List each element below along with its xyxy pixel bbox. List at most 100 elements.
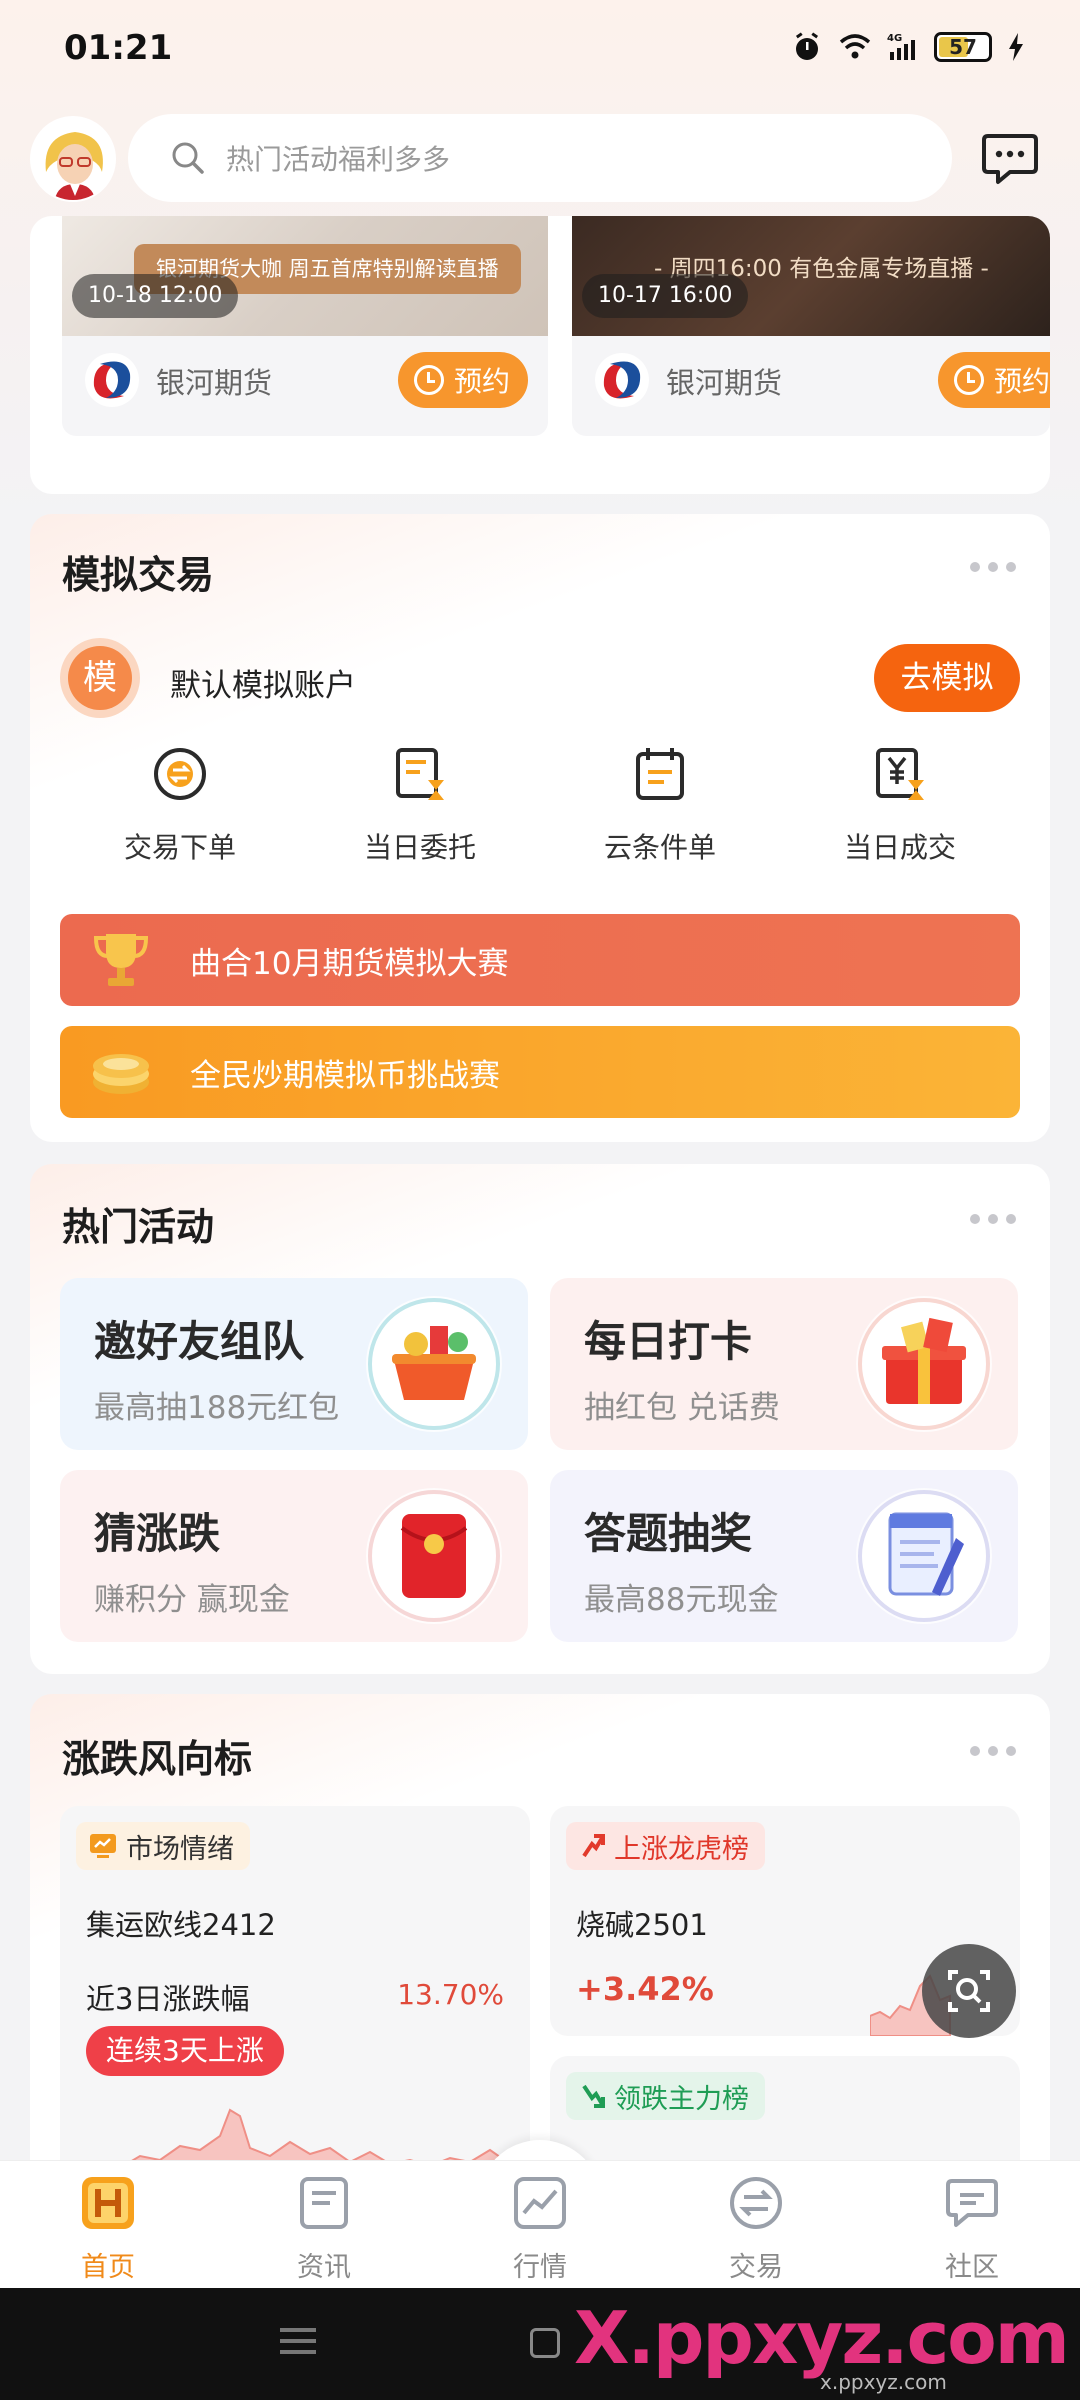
market-mood-tag: 市场情绪 (76, 1822, 250, 1870)
arrow-up-right-icon (582, 1834, 605, 1858)
clock-icon (414, 365, 444, 395)
activity-title: 每日打卡 (584, 1317, 753, 1366)
fall-board-tag-label: 领跌主力榜 (614, 2083, 749, 2115)
status-icons: 4G 57 (790, 30, 1026, 64)
sim-account-name[interactable]: 默认模拟账户 (170, 660, 356, 705)
live-item[interactable]: - 周四16:00 有色金属专场直播 - 10-17 16:00 银河期货 预约 (572, 216, 1050, 436)
nav-home[interactable]: 首页 (48, 2173, 168, 2284)
reserve-label: 预约 (994, 365, 1050, 398)
status-time: 01:21 (64, 28, 173, 68)
reserve-button[interactable]: 预约 (938, 352, 1050, 408)
sim-action-orders[interactable]: 当日委托 (300, 744, 540, 866)
fall-board-tag: 领跌主力榜 (566, 2072, 765, 2120)
activity-quiz-lottery[interactable]: 答题抽奖 最高88元现金 (550, 1470, 1018, 1642)
wifi-icon (839, 34, 871, 59)
live-item[interactable]: 银河期货大咖 周五首席特别解读直播 10-18 12:00 银河期货 预约 (62, 216, 548, 436)
user-avatar[interactable] (30, 116, 116, 202)
trend-card: 涨跌风向标 市场情绪 集运欧线2412 近3日涨跌幅 13.70% 连续3天上涨… (30, 1694, 1050, 2214)
nav-market[interactable]: 行情 (480, 2173, 600, 2284)
more-menu-icon[interactable] (970, 1212, 1020, 1226)
nav-news[interactable]: 资讯 (264, 2173, 384, 2284)
nav-community[interactable]: 社区 (912, 2173, 1032, 2284)
sim-actions: 交易下单 当日委托 云条件单 当日成交 (30, 744, 1050, 866)
market-mood-label: 近3日涨跌幅 (86, 1982, 250, 2016)
coin-challenge-banner[interactable]: 全民炒期模拟币挑战赛 (60, 1026, 1020, 1118)
sim-account-avatar: 模 (60, 638, 140, 718)
rise-board-tag-label: 上涨龙虎榜 (614, 1833, 749, 1865)
search-icon (172, 142, 204, 174)
more-menu-icon[interactable] (970, 1744, 1020, 1758)
trophy-icon (93, 934, 149, 986)
yen-doc-icon (876, 748, 924, 800)
coin-icon (93, 1054, 149, 1094)
order-doc-icon (396, 748, 444, 800)
market-mood-change: 13.70% (397, 1978, 504, 2011)
live-card: 银河期货大咖 周五首席特别解读直播 10-18 12:00 银河期货 预约 - … (30, 216, 1050, 494)
nav-trade[interactable]: 交易 (696, 2173, 816, 2284)
go-simulate-button[interactable]: 去模拟 (874, 644, 1020, 712)
nav-label: 社区 (945, 2252, 999, 2283)
arrow-down-right-icon (582, 2084, 605, 2108)
sim-action-label: 云条件单 (603, 831, 716, 864)
market-mood-tag-label: 市场情绪 (126, 1833, 234, 1865)
galaxy-futures-logo-icon (85, 353, 139, 407)
signal-4g-icon: 4G (887, 33, 915, 60)
bottom-nav: 首页 资讯 行情 交易 社区 (0, 2160, 1080, 2288)
red-envelope-icon (366, 1488, 502, 1624)
coin-challenge-banner-label: 全民炒期模拟币挑战赛 (190, 1057, 500, 1094)
news-icon (300, 2177, 348, 2229)
more-menu-icon[interactable] (970, 560, 1020, 574)
activity-subtitle: 赚积分 赢现金 (94, 1582, 290, 1618)
live-brand: 银河期货 (666, 366, 783, 400)
scan-search-icon (948, 1970, 990, 2012)
reserve-button[interactable]: 预约 (398, 352, 528, 408)
sim-action-deals[interactable]: 当日成交 (780, 744, 1020, 866)
activity-title: 猜涨跌 (94, 1509, 221, 1558)
activity-subtitle: 抽红包 兑话费 (584, 1390, 780, 1426)
activity-guess-updown[interactable]: 猜涨跌 赚积分 赢现金 (60, 1470, 528, 1642)
avatar-icon (32, 118, 114, 200)
gift-basket-icon (366, 1296, 502, 1432)
sim-action-label: 当日成交 (843, 831, 956, 864)
alarm-icon (795, 32, 819, 60)
sim-action-trade[interactable]: 交易下单 (60, 744, 300, 866)
watermark-logo: X.ppxyz.com (574, 2296, 1070, 2380)
search-placeholder: 热门活动福利多多 (226, 143, 451, 176)
floating-scan-button[interactable] (922, 1944, 1016, 2038)
gift-box-icon (856, 1296, 992, 1432)
galaxy-futures-logo-icon (595, 353, 649, 407)
consecutive-rise-badge: 连续3天上涨 (86, 2026, 284, 2076)
exchange-icon (154, 748, 206, 800)
search-bar[interactable]: 热门活动福利多多 (128, 114, 952, 202)
community-icon (946, 2179, 998, 2227)
activity-invite-team[interactable]: 邀好友组队 最高抽188元红包 (60, 1278, 528, 1450)
activity-subtitle: 最高88元现金 (584, 1582, 779, 1618)
charging-icon (1009, 33, 1023, 61)
nav-label: 首页 (81, 2252, 135, 2283)
activity-daily-checkin[interactable]: 每日打卡 抽红包 兑话费 (550, 1278, 1018, 1450)
sim-action-cloud-condition[interactable]: 云条件单 (540, 744, 780, 866)
reserve-label: 预约 (454, 365, 511, 398)
message-icon[interactable] (980, 130, 1040, 186)
rise-board-contract: 烧碱2501 (576, 1908, 708, 1942)
nav-label: 行情 (513, 2252, 567, 2283)
svg-text:4G: 4G (887, 33, 902, 44)
rise-board-tag: 上涨龙虎榜 (566, 1822, 765, 1870)
contest-banner[interactable]: 曲合10月期货模拟大赛 (60, 914, 1020, 1006)
home-icon (82, 2177, 134, 2229)
market-mood-contract: 集运欧线2412 (86, 1908, 276, 1942)
recent-apps-icon[interactable] (280, 2324, 316, 2358)
trend-title: 涨跌风向标 (62, 1737, 253, 1781)
rise-board-change: +3.42% (576, 1970, 714, 2008)
sim-action-label: 当日委托 (363, 831, 476, 864)
market-mood-panel[interactable]: 市场情绪 集运欧线2412 近3日涨跌幅 13.70% 连续3天上涨 (60, 1806, 530, 2186)
home-button-icon[interactable] (530, 2328, 560, 2358)
live-time: 10-18 12:00 (72, 274, 239, 318)
activity-subtitle: 最高抽188元红包 (94, 1390, 340, 1426)
live-time: 10-17 16:00 (582, 274, 749, 318)
quiz-notepad-icon (856, 1488, 992, 1624)
monitor-chart-icon (90, 1834, 116, 1858)
watermark-subtext: x.ppxyz.com (820, 2370, 947, 2394)
sim-action-label: 交易下单 (123, 831, 236, 864)
nav-label: 资讯 (297, 2252, 351, 2283)
